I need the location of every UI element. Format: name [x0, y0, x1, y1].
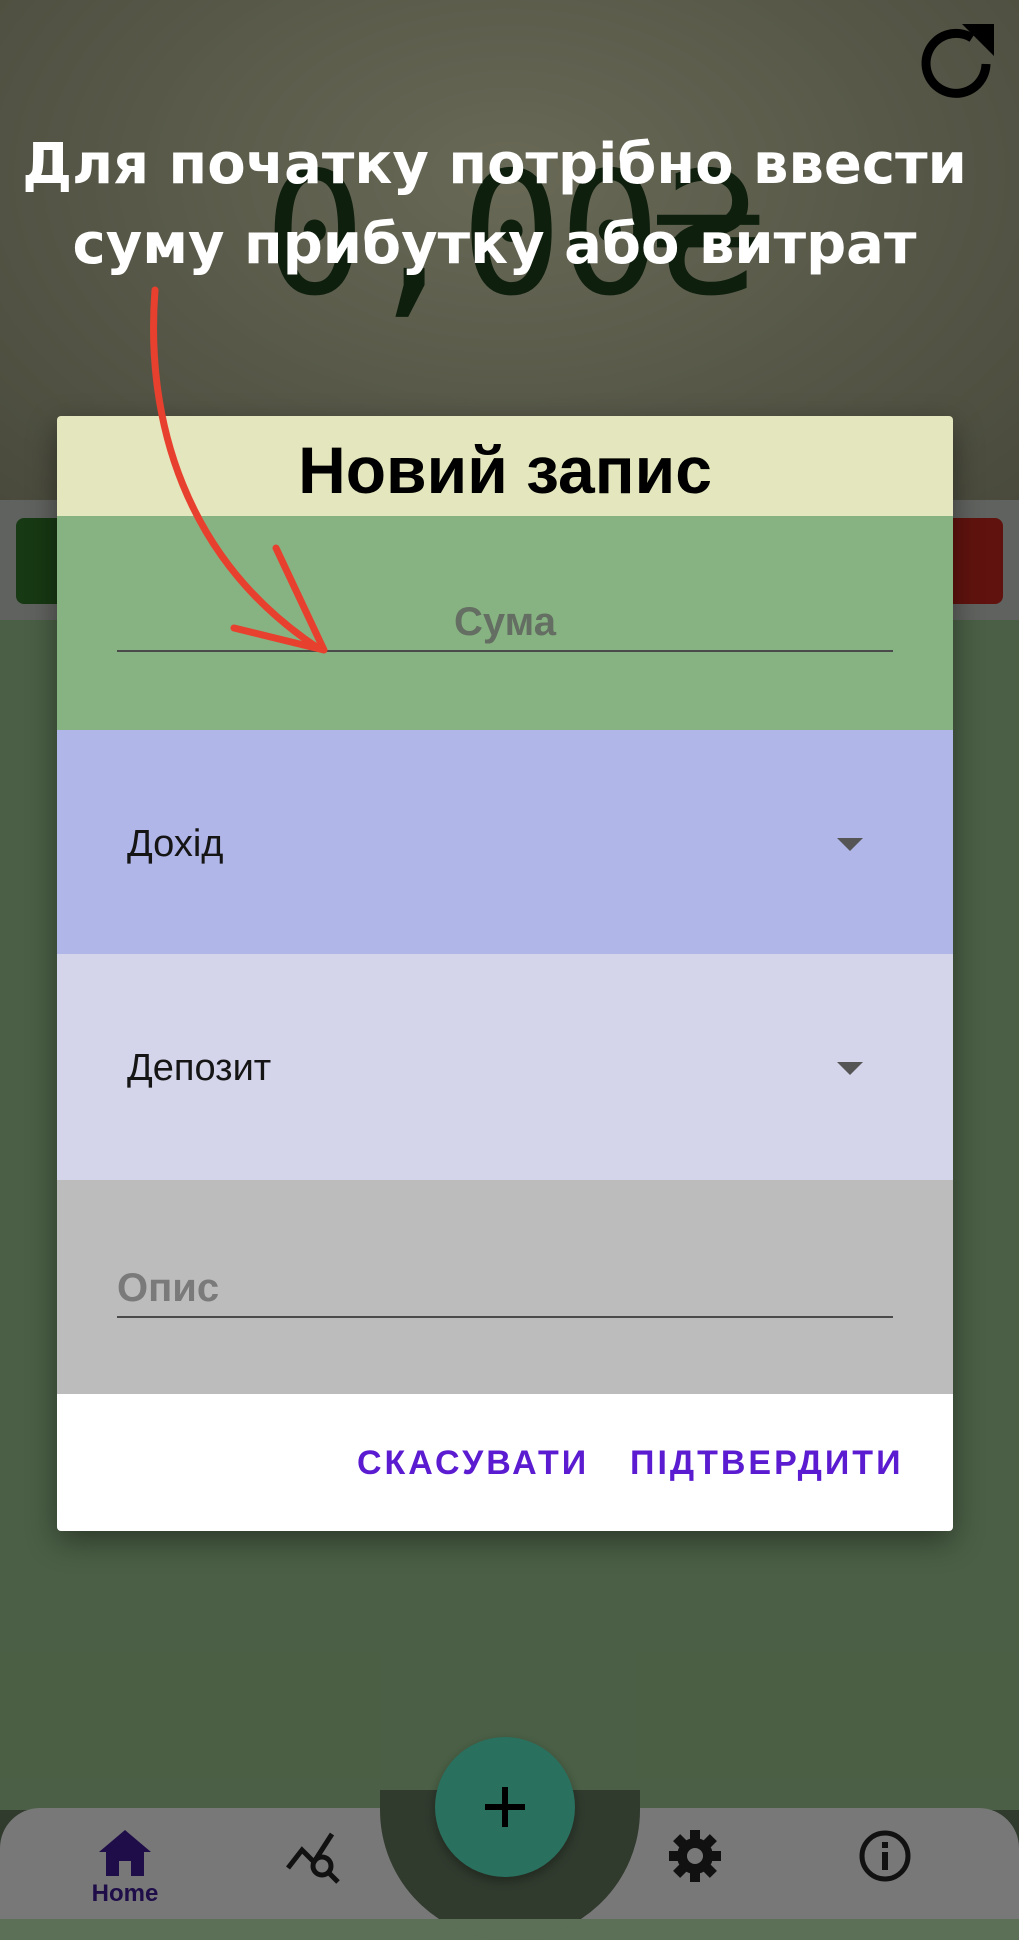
type-select-value: Дохід: [127, 823, 224, 865]
type-section: Дохід: [57, 730, 953, 954]
confirm-button[interactable]: ПІДТВЕРДИТИ: [630, 1444, 904, 1483]
dropdown-caret-icon: [837, 838, 863, 851]
cancel-button[interactable]: СКАСУВАТИ: [357, 1444, 589, 1483]
dialog-actions: СКАСУВАТИ ПІДТВЕРДИТИ: [57, 1394, 953, 1531]
type-select[interactable]: Дохід: [127, 816, 863, 872]
tutorial-arrow-icon: [150, 286, 328, 654]
account-select[interactable]: Депозит: [127, 1040, 863, 1096]
account-select-value: Депозит: [127, 1047, 272, 1089]
account-section: Депозит: [57, 954, 953, 1180]
description-field-wrapper: [117, 1260, 893, 1318]
description-section: [57, 1180, 953, 1394]
description-input[interactable]: [117, 1260, 893, 1316]
dropdown-caret-icon: [837, 1062, 863, 1075]
